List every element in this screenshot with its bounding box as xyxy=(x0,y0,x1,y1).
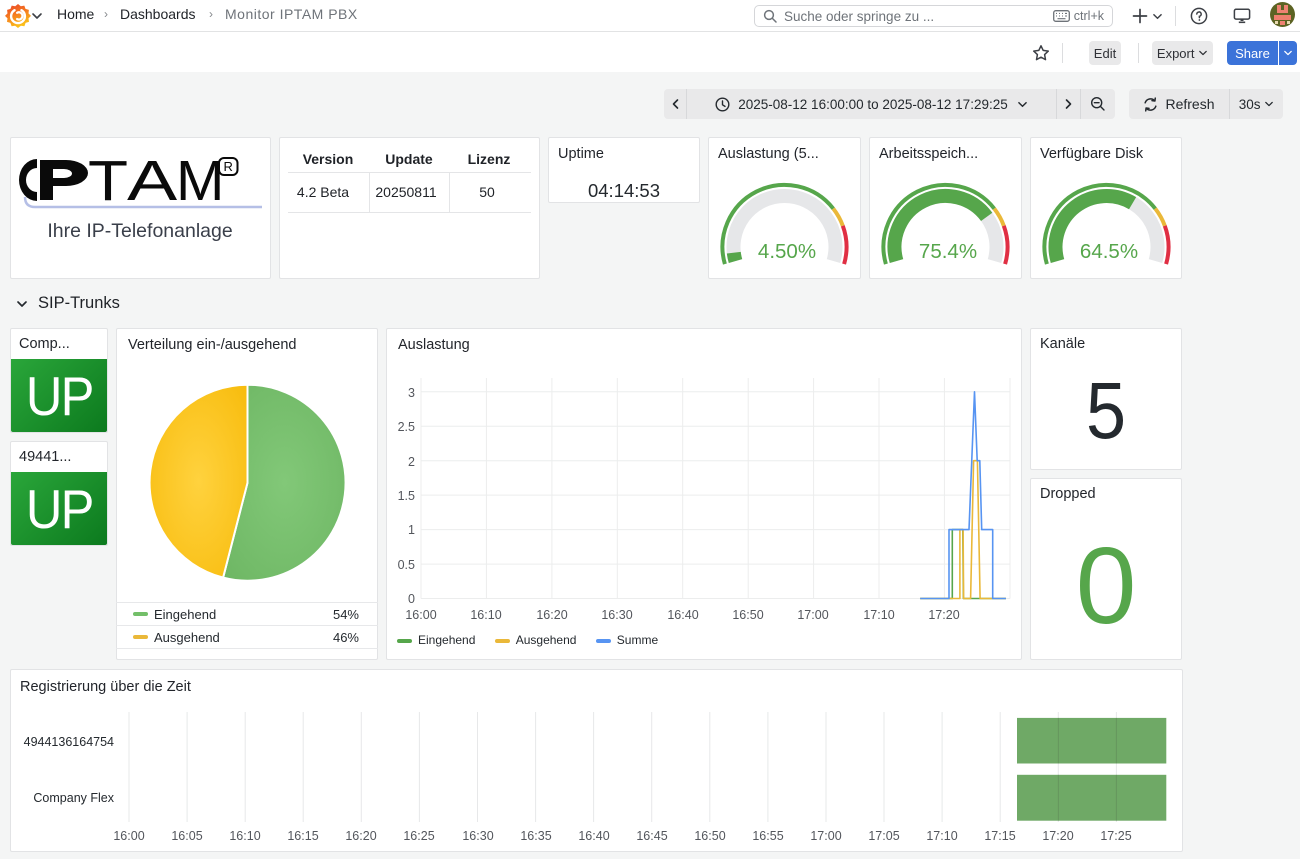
svg-text:M: M xyxy=(176,150,224,213)
svg-text:75.4%: 75.4% xyxy=(919,240,977,263)
svg-text:R: R xyxy=(224,159,233,174)
svg-text:Ihre IP-Telefonanlage: Ihre IP-Telefonanlage xyxy=(47,220,232,242)
svg-text:4.50%: 4.50% xyxy=(758,240,816,263)
svg-text:A: A xyxy=(127,150,178,213)
svg-text:T: T xyxy=(88,149,128,213)
svg-text:64.5%: 64.5% xyxy=(1080,240,1138,263)
